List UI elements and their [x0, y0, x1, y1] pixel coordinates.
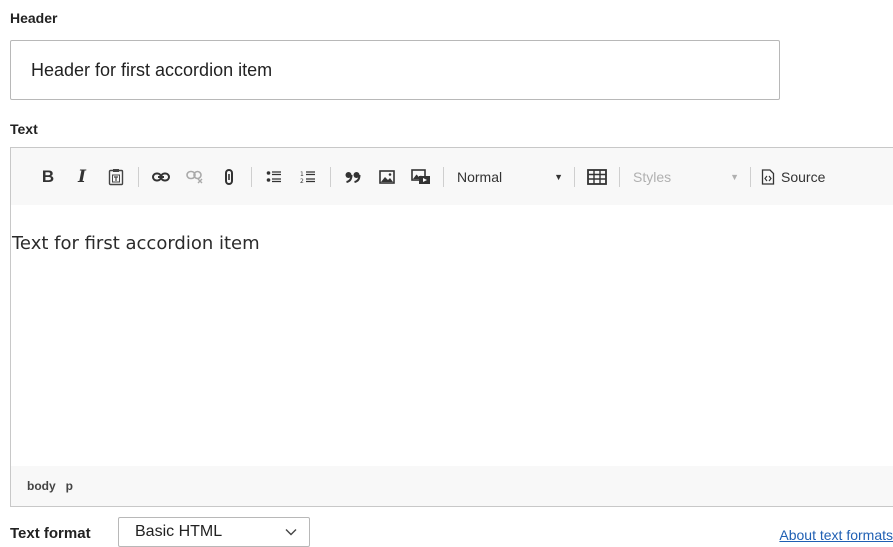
anchor-button[interactable]	[214, 163, 244, 191]
italic-button[interactable]: I	[67, 163, 97, 191]
paragraph-format-value: Normal	[457, 168, 503, 185]
header-field-label: Header	[10, 10, 58, 26]
image-button[interactable]	[372, 163, 402, 191]
bulleted-list-button[interactable]	[259, 163, 289, 191]
toolbar-separator	[138, 166, 139, 187]
editor-paragraph[interactable]: Text for first accordion item	[12, 233, 893, 254]
media-button[interactable]	[406, 163, 436, 191]
toolbar-separator	[330, 166, 331, 187]
text-format-value: Basic HTML	[135, 523, 223, 540]
header-input[interactable]	[10, 40, 780, 100]
path-item-p[interactable]: p	[66, 479, 73, 493]
styles-dropdown[interactable]: Styles ▼	[625, 163, 745, 191]
paste-text-button[interactable]	[101, 163, 131, 191]
numbered-list-icon: 1 2	[300, 171, 315, 184]
path-item-body[interactable]: body	[27, 479, 56, 493]
toolbar-separator	[619, 166, 620, 187]
anchor-icon	[225, 168, 233, 185]
editor-toolbar: B I 1 2 Normal ▼ Styles ▼ Source	[11, 148, 893, 205]
toolbar-separator	[251, 166, 252, 187]
toolbar-separator	[443, 166, 444, 187]
source-button[interactable]: Source	[758, 163, 828, 191]
numbered-list-button[interactable]: 1 2	[293, 163, 323, 191]
link-icon	[152, 172, 170, 181]
source-button-label: Source	[781, 168, 826, 185]
caret-down-icon: ▼	[730, 171, 739, 182]
paste-text-icon	[108, 168, 124, 185]
element-path-bar: body p	[11, 466, 893, 506]
media-icon	[411, 168, 430, 184]
styles-placeholder: Styles	[633, 168, 672, 185]
bold-button[interactable]: B	[33, 163, 63, 191]
text-format-select[interactable]: Basic HTML	[118, 517, 310, 547]
image-icon	[379, 169, 395, 184]
rich-text-editor: B I 1 2 Normal ▼ Styles ▼ Source Text fo…	[10, 147, 893, 507]
link-button[interactable]	[146, 163, 176, 191]
caret-down-icon: ▼	[554, 171, 563, 182]
chevron-down-icon	[285, 529, 297, 536]
unlink-button[interactable]	[180, 163, 210, 191]
blockquote-button[interactable]	[338, 163, 368, 191]
about-text-formats-link[interactable]: About text formats	[779, 527, 893, 543]
paragraph-format-dropdown[interactable]: Normal ▼	[449, 163, 569, 191]
table-icon	[587, 168, 607, 185]
editor-content[interactable]: Text for first accordion item	[11, 233, 893, 254]
toolbar-separator	[574, 166, 575, 187]
text-format-label: Text format	[10, 525, 91, 542]
source-icon	[761, 168, 775, 185]
text-field-label: Text	[10, 121, 38, 137]
svg-text:2: 2	[300, 178, 304, 184]
toolbar-separator	[750, 166, 751, 187]
bulleted-list-icon	[266, 170, 281, 182]
unlink-icon	[186, 170, 203, 183]
blockquote-icon	[345, 171, 361, 183]
table-button[interactable]	[582, 163, 612, 191]
svg-text:1: 1	[300, 171, 304, 178]
